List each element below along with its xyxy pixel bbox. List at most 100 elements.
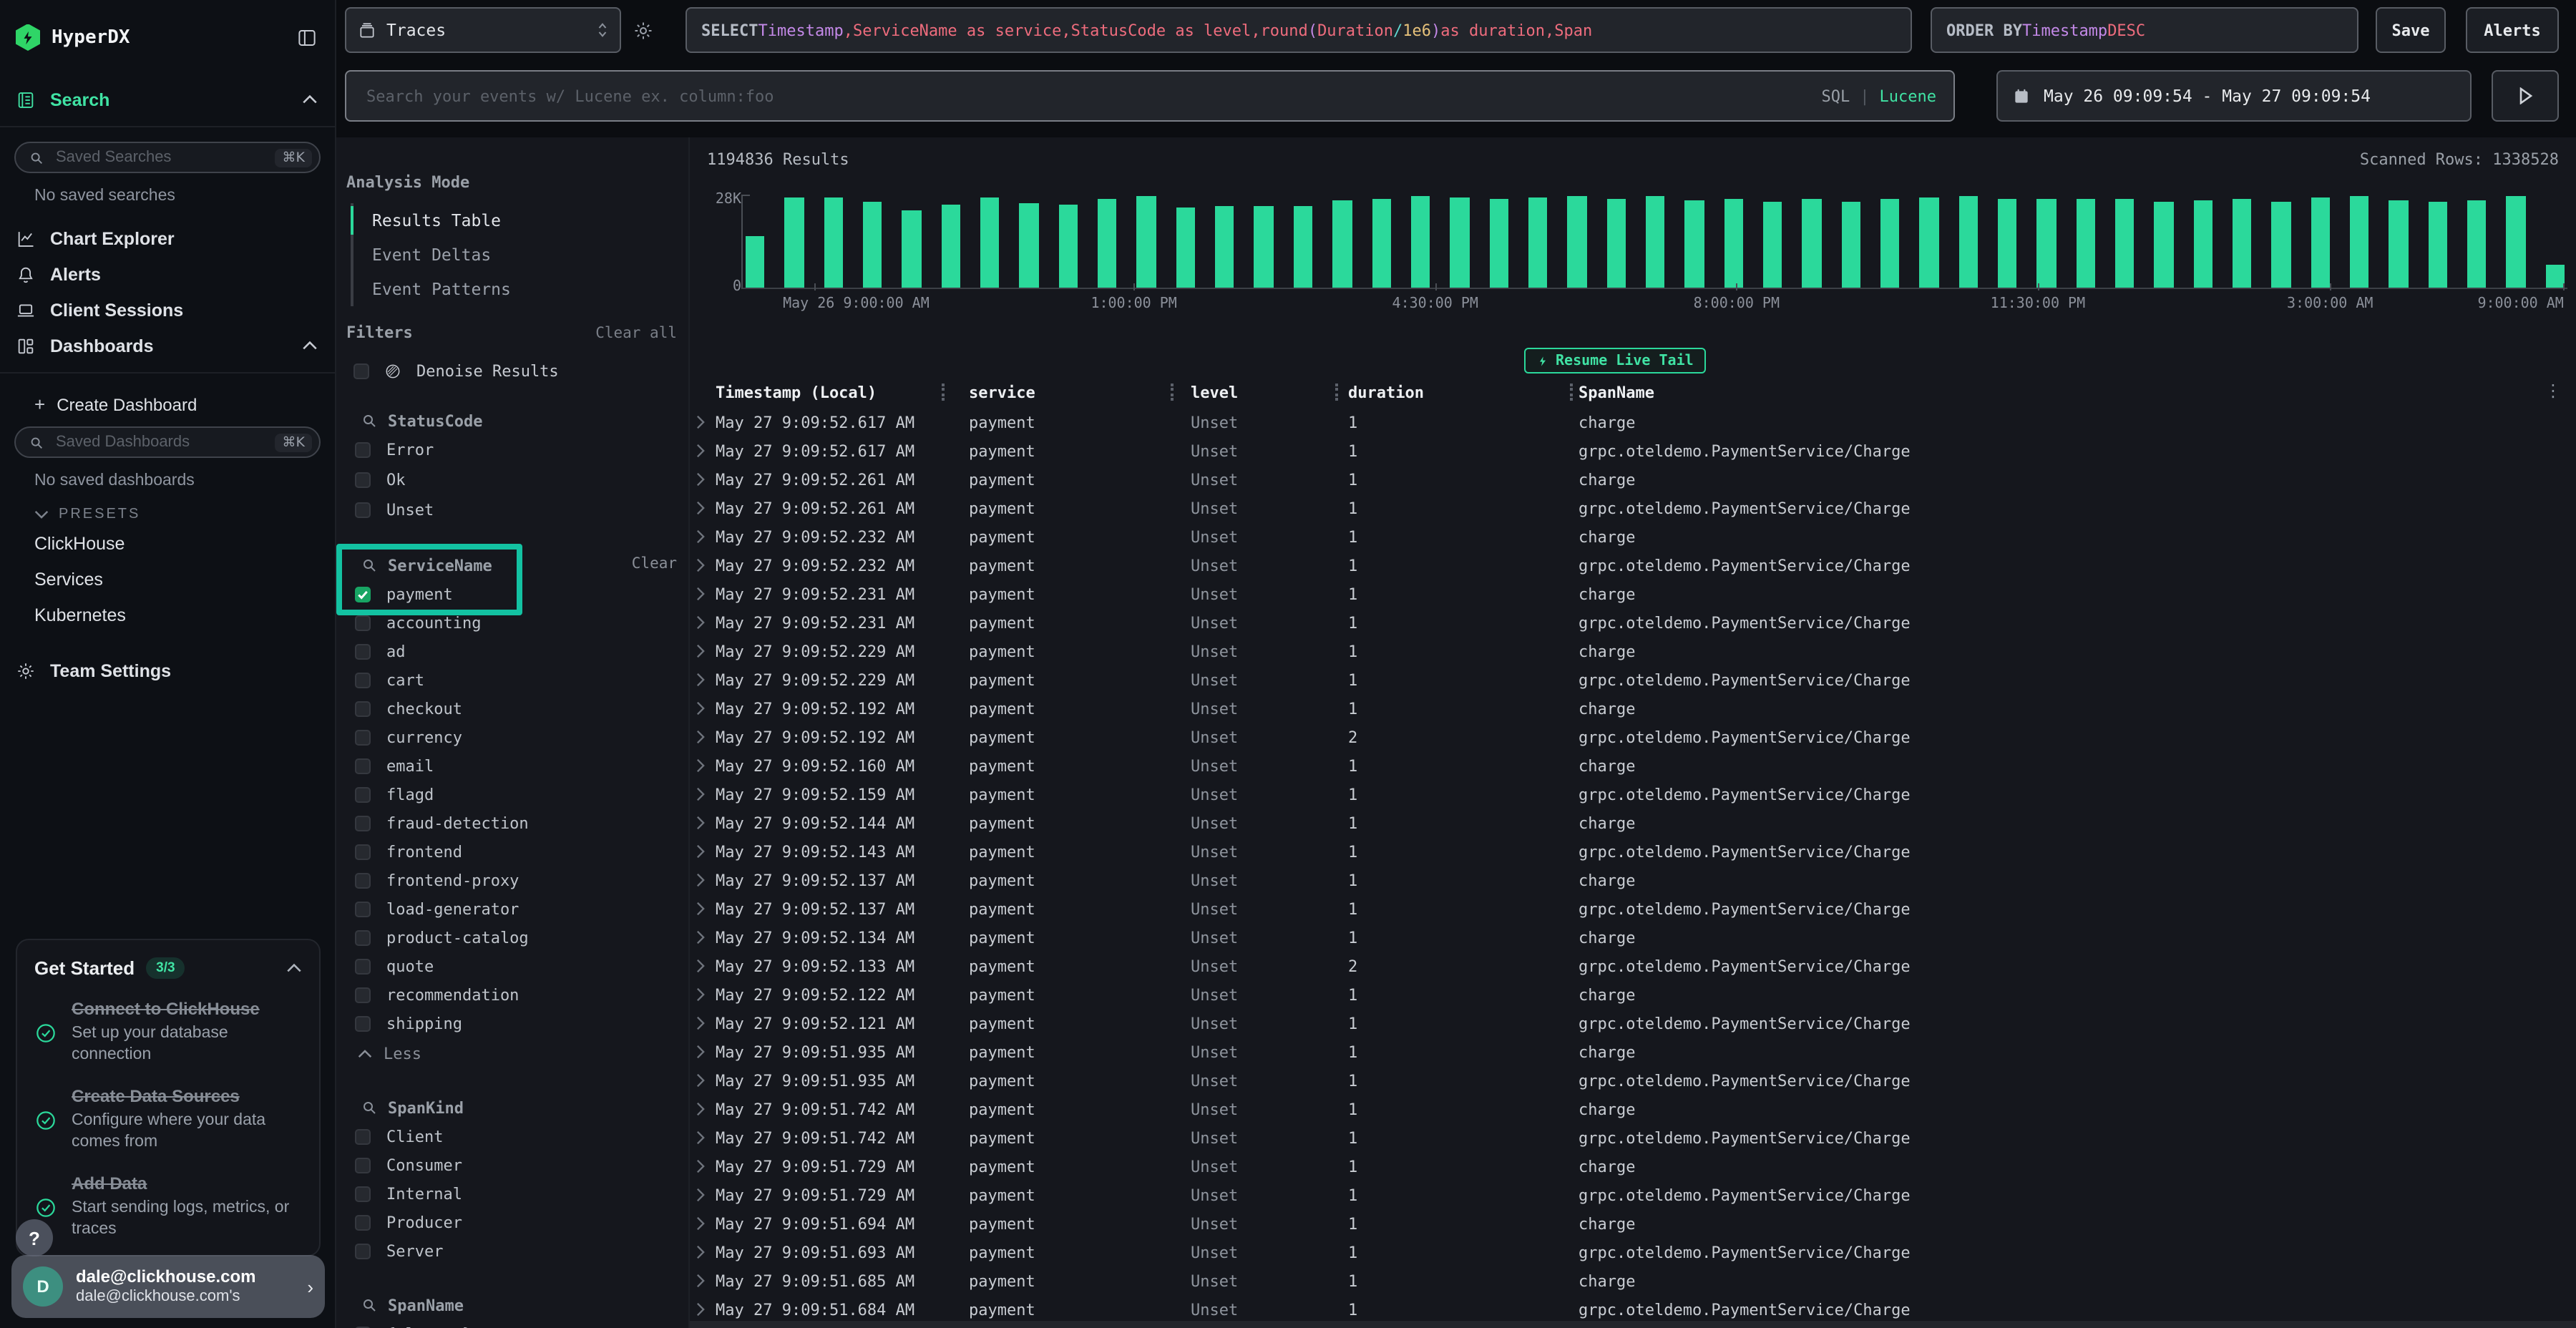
analysis-mode-tab-event-patterns[interactable]: Event Patterns [353, 272, 688, 306]
histogram-bar[interactable] [1528, 197, 1548, 288]
expand-row-icon[interactable] [696, 959, 716, 973]
histogram-bar[interactable] [1685, 200, 1704, 288]
histogram-bar[interactable] [1372, 200, 1391, 288]
histogram-bar[interactable] [1176, 208, 1196, 288]
filter-option-recommendation[interactable]: recommendation [355, 980, 688, 1009]
table-row[interactable]: May 27 9:09:51.935 AMpaymentUnset1grpc.o… [690, 1066, 2576, 1095]
sidebar-item-services[interactable]: Services [0, 561, 335, 597]
checkbox[interactable] [355, 502, 371, 518]
lang-toggle-sql[interactable]: SQL [1822, 87, 1850, 105]
table-row[interactable]: May 27 9:09:52.617 AMpaymentUnset1grpc.o… [690, 436, 2576, 465]
sidebar-item-clickhouse[interactable]: ClickHouse [0, 525, 335, 561]
table-row[interactable]: May 27 9:09:51.685 AMpaymentUnset1charge [690, 1266, 2576, 1295]
source-select[interactable]: Traces [345, 7, 621, 53]
filter-option-consumer[interactable]: Consumer [355, 1151, 688, 1179]
filter-option-load-generator[interactable]: load-generator [355, 894, 688, 923]
chevron-up-icon[interactable] [302, 341, 318, 351]
table-row[interactable]: May 27 9:09:52.137 AMpaymentUnset1grpc.o… [690, 894, 2576, 923]
checkbox[interactable] [355, 1186, 371, 1201]
checkbox[interactable] [355, 929, 371, 945]
histogram-bar[interactable] [2115, 198, 2135, 288]
sidebar-item-dashboards[interactable]: Dashboards [0, 328, 335, 363]
clear-all-button[interactable]: Clear all [595, 324, 677, 341]
histogram-bar[interactable] [1450, 197, 1469, 288]
checkbox[interactable] [355, 1214, 371, 1230]
column-resize-handle[interactable] [942, 384, 945, 401]
checkbox[interactable] [355, 729, 371, 745]
histogram-bar[interactable] [1098, 198, 1117, 288]
histogram-bar[interactable] [2507, 195, 2526, 288]
expand-row-icon[interactable] [696, 701, 716, 716]
table-row[interactable]: May 27 9:09:52.232 AMpaymentUnset1charge [690, 522, 2576, 551]
filter-option-frontend[interactable]: frontend [355, 837, 688, 866]
histogram-bar[interactable] [2546, 265, 2565, 288]
help-button[interactable]: ? [16, 1219, 53, 1256]
alerts-button[interactable]: Alerts [2466, 7, 2559, 53]
filter-option-client[interactable]: Client [355, 1122, 688, 1151]
histogram-bar[interactable] [1841, 202, 1860, 288]
expand-row-icon[interactable] [696, 673, 716, 687]
checkbox[interactable] [355, 442, 371, 458]
table-row[interactable]: May 27 9:09:51.729 AMpaymentUnset1charge [690, 1152, 2576, 1181]
table-row[interactable]: May 27 9:09:52.232 AMpaymentUnset1grpc.o… [690, 551, 2576, 580]
expand-row-icon[interactable] [696, 1102, 716, 1116]
histogram-bar[interactable] [1411, 195, 1430, 288]
expand-row-icon[interactable] [696, 1245, 716, 1259]
get-started-step[interactable]: Connect to ClickHouseSet up your databas… [34, 1000, 302, 1067]
table-row[interactable]: May 27 9:09:52.133 AMpaymentUnset2grpc.o… [690, 952, 2576, 980]
table-row[interactable]: May 27 9:09:51.935 AMpaymentUnset1charge [690, 1038, 2576, 1066]
source-settings-gear-icon[interactable] [633, 19, 654, 41]
get-started-step[interactable]: Create Data SourcesConfigure where your … [34, 1087, 302, 1154]
histogram-bar[interactable] [1489, 198, 1508, 288]
filter-option-checkout[interactable]: checkout [355, 694, 688, 723]
save-button[interactable]: Save [2376, 7, 2446, 53]
histogram-bar[interactable] [1998, 200, 2017, 288]
histogram-bar[interactable] [1880, 198, 1900, 288]
user-menu[interactable]: D dale@clickhouse.com dale@clickhouse.co… [11, 1255, 325, 1318]
histogram-bar[interactable] [2037, 198, 2057, 288]
histogram-bar[interactable] [1332, 200, 1352, 288]
histogram-bar[interactable] [1294, 207, 1313, 288]
filter-group-header[interactable]: SpanKind [355, 1093, 688, 1122]
table-row[interactable]: May 27 9:09:52.261 AMpaymentUnset1grpc.o… [690, 494, 2576, 522]
resume-live-tail-button[interactable]: Resume Live Tail [1524, 348, 1707, 374]
filter-option-cart[interactable]: cart [355, 665, 688, 694]
presets-toggle[interactable]: PRESETS [0, 492, 335, 525]
checkbox[interactable] [355, 472, 371, 488]
checkbox[interactable] [355, 786, 371, 802]
filter-group-header[interactable]: SpanName [355, 1291, 688, 1319]
table-row[interactable]: May 27 9:09:52.192 AMpaymentUnset1charge [690, 694, 2576, 723]
histogram-bar[interactable] [2076, 200, 2095, 288]
sidebar-item-chart-explorer[interactable]: Chart Explorer [0, 220, 335, 256]
expand-row-icon[interactable] [696, 615, 716, 630]
expand-row-icon[interactable] [696, 873, 716, 887]
expand-row-icon[interactable] [696, 644, 716, 658]
histogram-bar[interactable] [1020, 203, 1039, 288]
histogram-bar[interactable] [2233, 200, 2252, 288]
expand-row-icon[interactable] [696, 444, 716, 458]
expand-row-icon[interactable] [696, 415, 716, 429]
filter-option-currency[interactable]: currency [355, 723, 688, 751]
column-header-duration[interactable]: duration [1348, 383, 1579, 401]
table-row[interactable]: May 27 9:09:52.261 AMpaymentUnset1charge [690, 465, 2576, 494]
expand-row-icon[interactable] [696, 987, 716, 1002]
histogram-bar[interactable] [941, 204, 960, 288]
histogram-bar[interactable] [1724, 198, 1743, 288]
histogram-bar[interactable] [863, 201, 882, 288]
filter-option-shipping[interactable]: shipping [355, 1009, 688, 1038]
table-row[interactable]: May 27 9:09:52.137 AMpaymentUnset1charge [690, 866, 2576, 894]
expand-row-icon[interactable] [696, 730, 716, 744]
expand-row-icon[interactable] [696, 902, 716, 916]
expand-row-icon[interactable] [696, 1274, 716, 1288]
checkbox[interactable] [355, 586, 371, 602]
expand-row-icon[interactable] [696, 587, 716, 601]
checkbox[interactable] [355, 758, 371, 773]
show-less-button[interactable]: Less [355, 1039, 688, 1068]
sidebar-item-client-sessions[interactable]: Client Sessions [0, 292, 335, 328]
saved-dashboards-input[interactable] [53, 432, 267, 452]
filter-option-payment[interactable]: payment [355, 580, 688, 608]
expand-row-icon[interactable] [696, 787, 716, 801]
expand-row-icon[interactable] [696, 1216, 716, 1231]
column-header-service[interactable]: service [969, 383, 1191, 401]
expand-row-icon[interactable] [696, 1159, 716, 1173]
